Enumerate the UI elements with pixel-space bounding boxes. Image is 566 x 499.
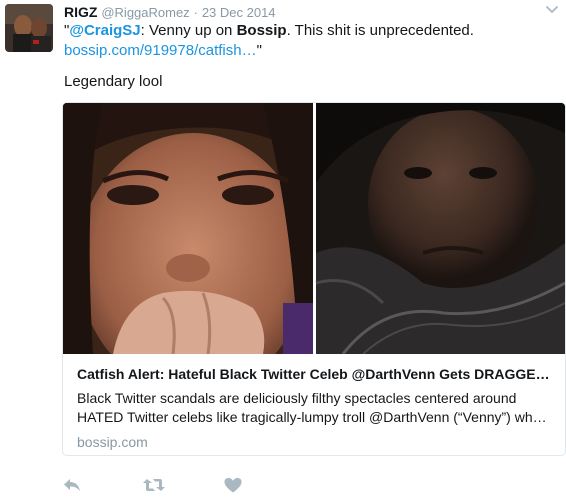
reply-icon[interactable]	[62, 476, 82, 494]
card-description-line-1: Black Twitter scandals are deliciously f…	[77, 390, 517, 406]
close-quote: "	[256, 42, 262, 59]
card-description: Black Twitter scandals are deliciously f…	[77, 389, 551, 427]
tweet-text-line-2: bossip.com/919978/catfish…"	[64, 41, 474, 61]
retweet-icon[interactable]	[142, 476, 166, 494]
heart-icon[interactable]	[223, 476, 243, 494]
url-link[interactable]: bossip.com/919978/catfish…	[64, 42, 257, 59]
avatar[interactable]	[5, 4, 53, 52]
tweet-text: " @CraigSJ: Venny up on Bossip. This shit…	[64, 21, 474, 61]
card-body: Catfish Alert: Hateful Black Twitter Cel…	[77, 365, 551, 451]
mention-link[interactable]: @CraigSJ	[69, 22, 140, 39]
tweet-text-part-1: : Venny up on	[140, 22, 237, 39]
display-name[interactable]: RIGZ	[64, 4, 97, 20]
user-handle[interactable]: @RiggaRomez	[101, 5, 189, 20]
chevron-down-icon[interactable]	[545, 2, 559, 16]
card-title[interactable]: Catfish Alert: Hateful Black Twitter Cel…	[77, 365, 551, 383]
tweet-actions	[0, 476, 566, 496]
link-card[interactable]: Catfish Alert: Hateful Black Twitter Cel…	[62, 102, 566, 456]
tweet-date[interactable]: 23 Dec 2014	[202, 5, 276, 20]
tweet-text-part-2: . This shit is unprecedented.	[286, 22, 474, 39]
tweet-text-line-1: "@CraigSJ: Venny up on Bossip. This shit…	[64, 21, 474, 41]
card-image[interactable]	[63, 103, 565, 393]
separator: ·	[193, 5, 198, 20]
card-description-line-2: HATED Twitter celebs like tragically-lum…	[77, 409, 547, 425]
tweet-extra-text: Legendary lool	[64, 73, 163, 90]
bold-word: Bossip	[236, 22, 287, 39]
tweet-header: RIGZ @RiggaRomez · 23 Dec 2014	[64, 3, 276, 22]
card-domain: bossip.com	[77, 434, 148, 450]
